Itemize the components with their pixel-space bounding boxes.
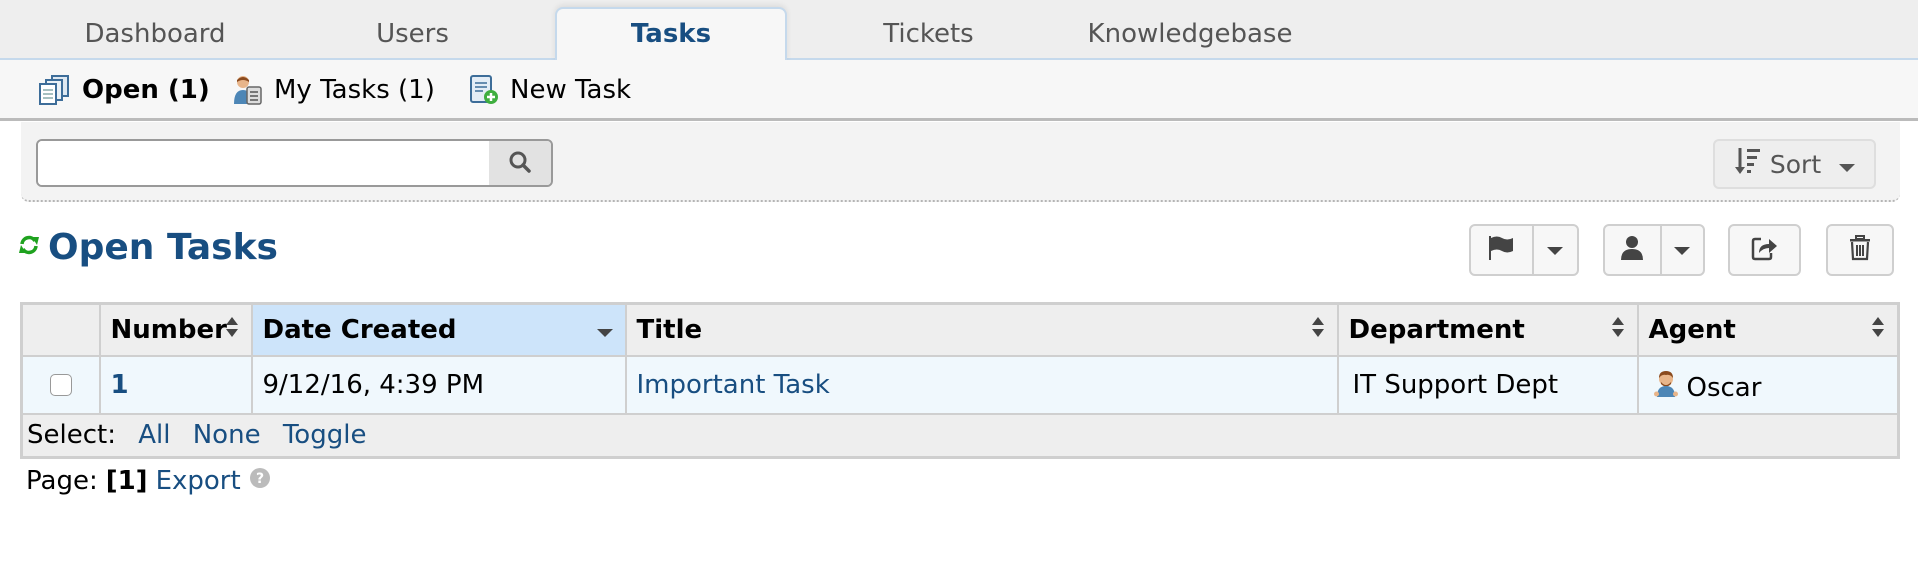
share-icon: [1751, 235, 1779, 265]
column-header-label: Department: [1348, 314, 1525, 345]
select-toggle-link[interactable]: Toggle: [283, 420, 367, 450]
export-link[interactable]: Export: [156, 466, 241, 496]
tab-knowledgebase[interactable]: Knowledgebase: [1070, 9, 1310, 60]
sort-label: Sort: [1769, 149, 1822, 179]
column-header-label: Title: [636, 314, 703, 345]
select-row: Select: All None Toggle: [20, 412, 1900, 459]
task-number-cell: 1: [98, 354, 253, 415]
user-icon: [1620, 235, 1644, 265]
department-cell: IT Support Dept: [1336, 354, 1639, 415]
refresh-icon[interactable]: [18, 234, 40, 260]
delete-button-part: [1828, 226, 1892, 274]
chevron-down-icon: [1839, 150, 1856, 179]
my-tasks-icon: [232, 74, 264, 106]
pager: Page: [1] Export ?: [26, 466, 271, 496]
sub-nav: Open (1) My Tasks (1) New Task: [0, 60, 1918, 121]
transfer-button-part: [1730, 226, 1799, 274]
select-label: Select:: [27, 420, 116, 451]
select-none-link[interactable]: None: [193, 420, 261, 450]
delete-button[interactable]: [1826, 224, 1894, 276]
column-header-department[interactable]: Department: [1336, 302, 1639, 357]
sort-both-icon: [1871, 315, 1885, 345]
tab-users[interactable]: Users: [320, 9, 505, 60]
assign-dropdown-toggle[interactable]: [1662, 226, 1703, 274]
column-header-label: Agent: [1648, 314, 1736, 345]
sort-both-icon: [1311, 315, 1325, 345]
column-header-title[interactable]: Title: [624, 302, 1339, 357]
sort-button[interactable]: Sort: [1713, 139, 1876, 189]
new-task-icon: [468, 74, 500, 106]
agent-name: Oscar: [1686, 372, 1762, 403]
column-header-agent[interactable]: Agent: [1636, 302, 1900, 357]
subnav-my-tasks[interactable]: My Tasks (1): [232, 72, 435, 108]
sort-desc-icon: [596, 315, 613, 345]
pager-label: Page:: [26, 466, 98, 496]
search-box: [36, 139, 553, 187]
row-checkbox-cell: [20, 354, 101, 415]
flag-icon: [1487, 235, 1515, 265]
svg-text:?: ?: [256, 471, 264, 487]
subnav-open-label: Open (1): [82, 75, 210, 105]
flag-dropdown-toggle[interactable]: [1534, 226, 1577, 274]
task-title-link[interactable]: Important Task: [637, 370, 830, 400]
row-checkbox[interactable]: [49, 374, 72, 396]
agent-avatar-icon: [1653, 370, 1679, 405]
select-all-link[interactable]: All: [138, 420, 170, 450]
search-icon: [508, 150, 532, 177]
sort-both-icon: [1611, 315, 1625, 345]
top-nav: Dashboard Users Tasks Tickets Knowledgeb…: [0, 0, 1918, 62]
task-table: Number Date Created Title Department Age…: [20, 302, 1900, 459]
sort-icon: [1734, 146, 1762, 182]
current-page: [1]: [105, 466, 148, 496]
search-input[interactable]: [38, 141, 489, 185]
subnav-my-tasks-label: My Tasks (1): [274, 75, 435, 105]
open-tasks-icon: [38, 74, 72, 106]
assign-button-part[interactable]: [1605, 226, 1660, 274]
subnav-new-task[interactable]: New Task: [468, 72, 631, 108]
search-button[interactable]: [489, 141, 551, 185]
column-header-checkbox: [20, 302, 101, 357]
chevron-down-icon: [1547, 241, 1564, 260]
sort-both-icon: [225, 315, 239, 345]
column-header-date-created[interactable]: Date Created: [250, 302, 627, 357]
tab-tickets[interactable]: Tickets: [835, 9, 1022, 60]
filter-bar: Sort: [21, 122, 1900, 202]
column-header-label: Number: [110, 314, 227, 345]
page-title-row: Open Tasks: [18, 222, 278, 272]
date-created-cell: 9/12/16, 4:39 PM: [250, 354, 627, 415]
select-cell: Select: All None Toggle: [20, 412, 1900, 459]
help-icon[interactable]: ?: [249, 466, 271, 496]
table-row: 1 9/12/16, 4:39 PM Important Task IT Sup…: [20, 354, 1900, 415]
agent-cell: Oscar: [1636, 354, 1900, 415]
change-status-button[interactable]: [1469, 224, 1579, 276]
chevron-down-icon: [1674, 241, 1691, 260]
assign-button[interactable]: [1603, 224, 1705, 276]
transfer-button[interactable]: [1728, 224, 1801, 276]
flag-button-part[interactable]: [1471, 226, 1532, 274]
subnav-open[interactable]: Open (1): [38, 72, 210, 108]
tab-tasks[interactable]: Tasks: [555, 7, 787, 62]
page-title[interactable]: Open Tasks: [48, 227, 278, 268]
task-number-link[interactable]: 1: [111, 370, 129, 400]
column-header-number[interactable]: Number: [98, 302, 253, 357]
subnav-new-task-label: New Task: [510, 75, 632, 105]
table-header-row: Number Date Created Title Department Age…: [20, 302, 1900, 357]
title-cell: Important Task: [624, 354, 1339, 415]
trash-icon: [1849, 235, 1871, 265]
tab-dashboard[interactable]: Dashboard: [40, 9, 270, 60]
column-header-label: Date Created: [262, 314, 457, 345]
